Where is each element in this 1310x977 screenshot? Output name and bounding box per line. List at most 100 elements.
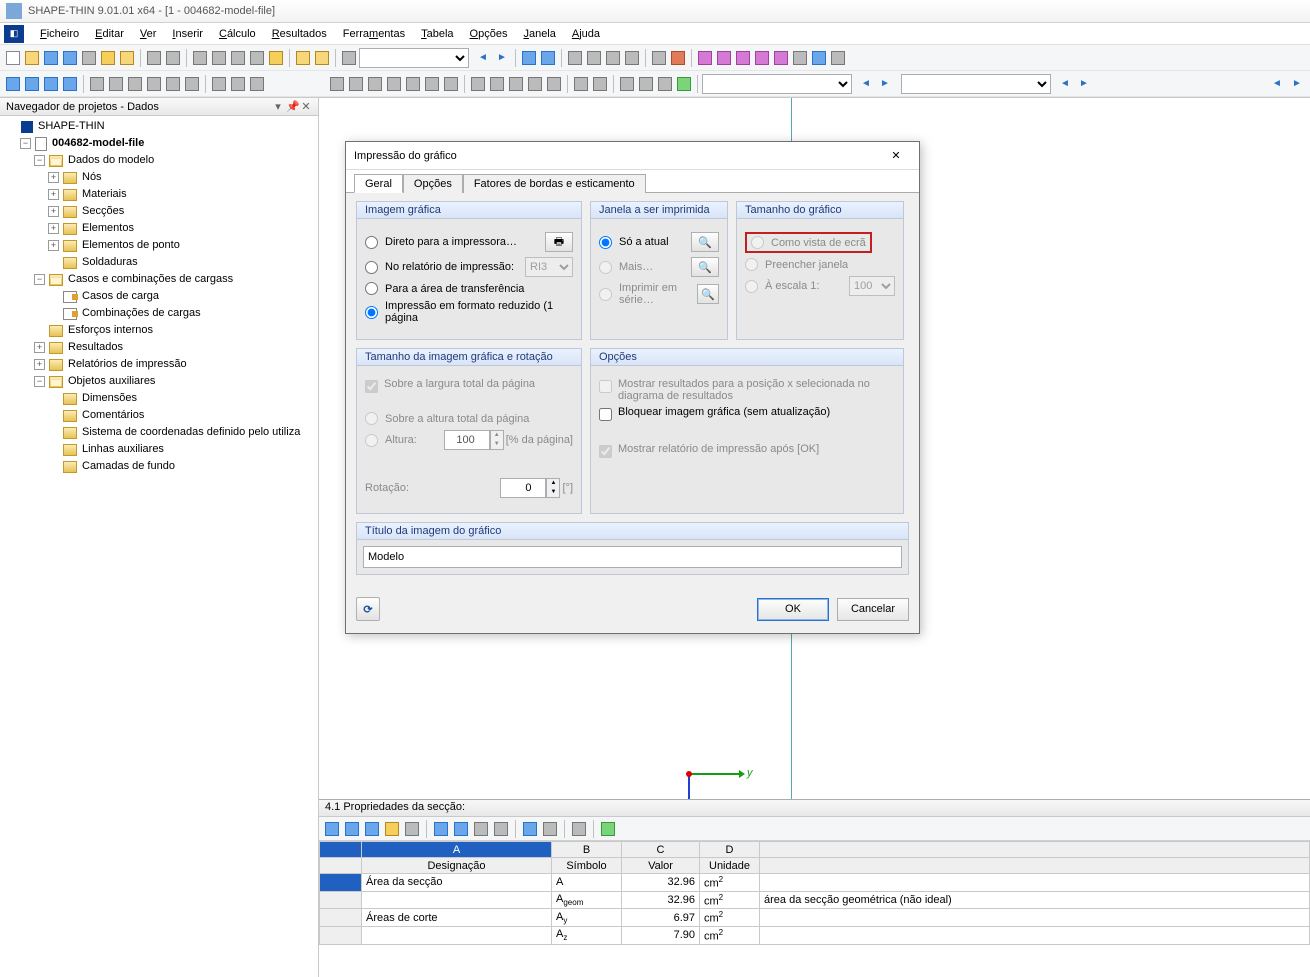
tb-view-icon[interactable] <box>248 49 266 67</box>
table-grid[interactable]: A B C D Designação Símbolo Valor Unidade <box>319 841 1310 977</box>
tb2-v2-icon[interactable] <box>637 75 655 93</box>
tt-e-icon[interactable] <box>403 820 421 838</box>
col-head-val[interactable]: Valor <box>622 858 700 874</box>
tree-casos-comb[interactable]: Casos e combinações de cargass <box>68 271 233 288</box>
cell-sym[interactable]: Az <box>552 926 622 944</box>
tb2-prev-icon[interactable] <box>857 75 875 93</box>
tb2-s3-icon[interactable] <box>366 75 384 93</box>
printer-settings-icon[interactable]: 🖶 <box>545 232 573 252</box>
row-head[interactable] <box>320 858 362 874</box>
tb-zoom-icon[interactable] <box>191 49 209 67</box>
tb-grid2-icon[interactable] <box>313 49 331 67</box>
row-head[interactable] <box>320 909 362 927</box>
cell-unit[interactable]: cm2 <box>700 909 760 927</box>
cell-note[interactable]: área da secção geométrica (não ideal) <box>760 891 1310 909</box>
tb-b2-icon[interactable] <box>585 49 603 67</box>
tb-c1-icon[interactable] <box>650 49 668 67</box>
row-head[interactable] <box>320 891 362 909</box>
tt-a-icon[interactable] <box>323 820 341 838</box>
help-icon[interactable]: ⟳ <box>356 597 380 621</box>
row-head[interactable] <box>320 926 362 944</box>
dialog-close-icon[interactable]: ✕ <box>881 146 911 166</box>
tb2-next2-icon[interactable] <box>1075 75 1093 93</box>
tb-d3-icon[interactable] <box>734 49 752 67</box>
expand-icon[interactable]: + <box>48 189 59 200</box>
expand-icon[interactable]: + <box>34 342 45 353</box>
tb2-s5-icon[interactable] <box>404 75 422 93</box>
expand-icon[interactable]: + <box>48 206 59 217</box>
tb-d1-icon[interactable] <box>696 49 714 67</box>
tb-grid1-icon[interactable] <box>294 49 312 67</box>
tt-d-icon[interactable] <box>383 820 401 838</box>
tb2-t1-icon[interactable] <box>469 75 487 93</box>
cell-unit[interactable]: cm2 <box>700 874 760 892</box>
tb2-u2-icon[interactable] <box>591 75 609 93</box>
tt-j-icon[interactable] <box>521 820 539 838</box>
tb2-s2-icon[interactable] <box>347 75 365 93</box>
tb-a2-icon[interactable] <box>539 49 557 67</box>
col-D[interactable]: D <box>700 842 760 858</box>
expand-icon[interactable]: + <box>48 223 59 234</box>
tree-objetos-aux[interactable]: Objetos auxiliares <box>68 373 155 390</box>
cell-unit[interactable]: cm2 <box>700 891 760 909</box>
tab-geral[interactable]: Geral <box>354 174 403 193</box>
navigator-tree[interactable]: SHAPE-THIN −004682-model-file −Dados do … <box>0 116 318 977</box>
menu-inserir[interactable]: Inserir <box>164 26 211 42</box>
tb-undo-icon[interactable] <box>145 49 163 67</box>
row-head[interactable] <box>320 874 362 892</box>
tb-d5-icon[interactable] <box>772 49 790 67</box>
tree-resultados[interactable]: Resultados <box>68 339 123 356</box>
tb-new-icon[interactable] <box>4 49 22 67</box>
tb-zoomall-icon[interactable] <box>210 49 228 67</box>
cell-val[interactable]: 32.96 <box>622 874 700 892</box>
tb-save-icon[interactable] <box>42 49 60 67</box>
expand-icon[interactable]: − <box>20 138 31 149</box>
tb-report-icon[interactable] <box>99 49 117 67</box>
cell-val[interactable]: 7.90 <box>622 926 700 944</box>
expand-icon[interactable]: − <box>34 155 45 166</box>
tb2-t4-icon[interactable] <box>526 75 544 93</box>
tb2-s6-icon[interactable] <box>423 75 441 93</box>
tb2-m-icon[interactable] <box>248 75 266 93</box>
tb2-l-icon[interactable] <box>229 75 247 93</box>
tb2-h-icon[interactable] <box>145 75 163 93</box>
radio-so-atual[interactable] <box>599 236 612 249</box>
expand-icon[interactable]: + <box>48 240 59 251</box>
radio-area-transferencia[interactable] <box>365 282 378 295</box>
menu-ajuda[interactable]: Ajuda <box>564 26 608 42</box>
tb2-navR-icon[interactable] <box>1288 75 1306 93</box>
tb2-combo[interactable] <box>702 74 852 94</box>
tree-relatorios[interactable]: Relatórios de impressão <box>68 356 187 373</box>
cell-note[interactable] <box>760 909 1310 927</box>
tb2-next-icon[interactable] <box>876 75 894 93</box>
radio-formato-reduzido[interactable] <box>365 306 378 319</box>
radio-relatorio-impressao[interactable] <box>365 261 378 274</box>
check-bloquear[interactable] <box>599 408 612 421</box>
menu-janela[interactable]: Janela <box>515 26 563 42</box>
menu-resultados[interactable]: Resultados <box>264 26 335 42</box>
tree-model-data[interactable]: Dados do modelo <box>68 152 154 169</box>
tb2-combo2[interactable] <box>901 74 1051 94</box>
tb-b1-icon[interactable] <box>566 49 584 67</box>
corner-cell[interactable] <box>320 842 362 858</box>
tree-casos-carga[interactable]: Casos de carga <box>82 288 159 305</box>
cell-des[interactable] <box>362 891 552 909</box>
cell-des[interactable]: Área da secção <box>362 874 552 892</box>
tb2-t3-icon[interactable] <box>507 75 525 93</box>
col-A[interactable]: A <box>362 842 552 858</box>
tb2-navL-icon[interactable] <box>1268 75 1286 93</box>
cell-sym[interactable]: A <box>552 874 622 892</box>
panel-close-icon[interactable]: ✕ <box>300 100 312 113</box>
tb2-t2-icon[interactable] <box>488 75 506 93</box>
col-head-des[interactable]: Designação <box>362 858 552 874</box>
menu-ficheiro[interactable]: Ficheiro <box>32 26 87 42</box>
tree-root[interactable]: SHAPE-THIN <box>38 118 105 135</box>
col-B[interactable]: B <box>552 842 622 858</box>
tree-linhas-aux[interactable]: Linhas auxiliares <box>82 441 164 458</box>
tt-h-icon[interactable] <box>472 820 490 838</box>
tree-materiais[interactable]: Materiais <box>82 186 127 203</box>
tab-opcoes[interactable]: Opções <box>403 174 463 193</box>
tb2-v1-icon[interactable] <box>618 75 636 93</box>
tt-i-icon[interactable] <box>492 820 510 838</box>
cell-note[interactable] <box>760 874 1310 892</box>
